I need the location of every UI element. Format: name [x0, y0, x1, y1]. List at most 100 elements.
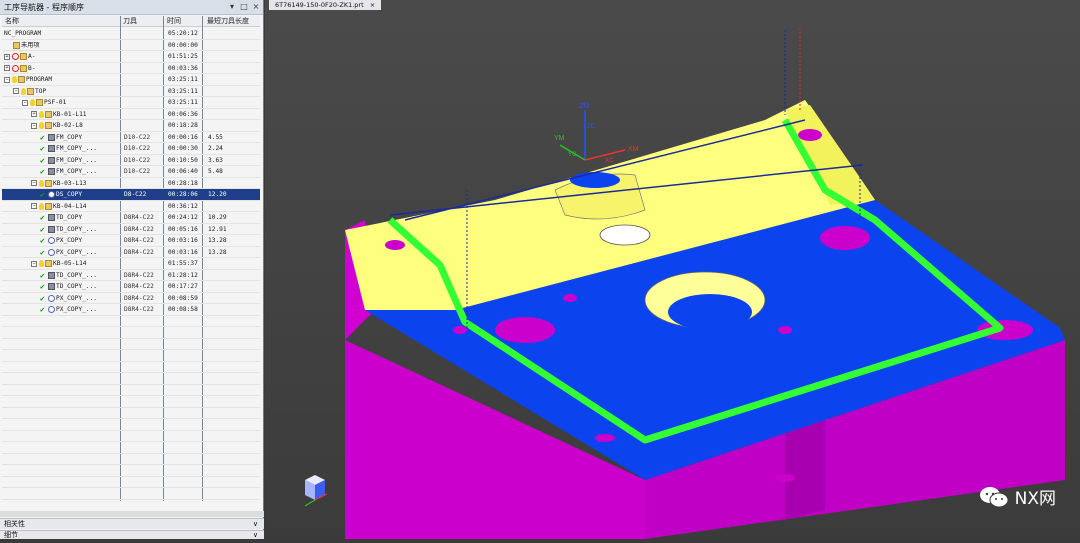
operation-tool: D10-C22: [124, 145, 151, 152]
dependencies-panel-header[interactable]: 相关性 ∨: [0, 518, 264, 529]
operation-row[interactable]: − TOP 03:25:11: [2, 86, 260, 97]
operation-row[interactable]: ✔ TD_COPY_... D8R4-C22 00:05:16 12.91: [2, 224, 260, 235]
lightbulb-icon: [12, 76, 17, 83]
operation-tool: D8R4-C22: [124, 271, 154, 279]
empty-row: [2, 442, 260, 454]
watermark-text: NX网: [1014, 489, 1056, 509]
operation-tool-length: 13.28: [208, 248, 227, 256]
collapse-icon[interactable]: −: [4, 76, 10, 83]
operation-row[interactable]: + A- 01:51:25: [2, 51, 260, 63]
column-time[interactable]: 时间: [167, 16, 181, 27]
view-triad-icon[interactable]: [304, 475, 328, 507]
operation-row[interactable]: ✔ DS_COPY D8-C22 00:28:06 12.20: [2, 189, 260, 201]
panel-splitter[interactable]: [0, 511, 264, 517]
operation-tool-length: 2.24: [208, 145, 223, 152]
operation-icon: [48, 237, 55, 244]
folder-icon: [45, 202, 52, 210]
hole: [563, 294, 577, 302]
lightbulb-icon: [39, 122, 44, 129]
operation-time: 00:03:16: [168, 237, 198, 244]
yc-label: YC: [568, 152, 577, 158]
operation-row[interactable]: ✔ PX_COPY_... D8R4-C22 00:08:59: [2, 293, 260, 304]
operation-time: 00:36:12: [168, 202, 198, 210]
operation-tool-length: 12.20: [208, 191, 227, 198]
folder-icon: [45, 179, 52, 187]
hole: [453, 326, 467, 334]
operation-tool-length: 10.29: [208, 214, 227, 221]
operation-tool: D8R4-C22: [124, 294, 154, 302]
operation-name: TD_COPY_...: [56, 271, 97, 279]
operation-time: 00:17:27: [168, 283, 198, 290]
tab-close-icon[interactable]: ×: [370, 1, 375, 9]
hole: [775, 474, 795, 482]
operation-tool-length: 5.48: [208, 168, 223, 175]
details-panel-header[interactable]: 细节 ∨: [0, 530, 264, 539]
collapse-icon[interactable]: −: [13, 88, 19, 94]
empty-row: [2, 454, 260, 465]
operation-row[interactable]: ✔ FM_COPY_... D10-C22 00:06:40 5.48: [2, 166, 260, 178]
operation-name: 未用项: [21, 41, 40, 49]
operation-icon: [48, 283, 55, 290]
operation-row[interactable]: − KB-02-L8 00:18:28: [2, 120, 260, 132]
operation-row[interactable]: ✔ TD_COPY_... D8R4-C22 00:17:27: [2, 281, 260, 293]
operation-name: PSF-01: [44, 99, 67, 106]
collapse-icon[interactable]: −: [31, 203, 37, 209]
operation-row[interactable]: + B- 00:03:36: [2, 63, 260, 74]
empty-row: [2, 316, 260, 327]
operation-row[interactable]: 未用项 00:00:00: [2, 40, 260, 51]
operation-row[interactable]: + KB-01-L11 00:06:36: [2, 109, 260, 120]
collapse-icon[interactable]: −: [22, 99, 28, 106]
folder-icon: [20, 53, 27, 60]
operation-row[interactable]: ✔ TD_COPY_... D8R4-C22 01:28:12: [2, 270, 260, 281]
operation-row[interactable]: ✔ FM_COPY D10-C22 00:00:16 4.55: [2, 132, 260, 143]
magenta-pocket: [495, 317, 555, 343]
operation-time: 00:08:59: [168, 294, 198, 302]
column-name[interactable]: 名称: [5, 16, 19, 27]
column-tool[interactable]: 刀具: [123, 16, 137, 27]
check-icon: ✔: [40, 236, 45, 245]
part-file-tab[interactable]: 6T76149-150-0F20-ZK1.prt ×: [269, 0, 382, 10]
operation-row[interactable]: − KB-04-L14 00:36:12: [2, 201, 260, 212]
operation-row[interactable]: NC_PROGRAM 05:20:12: [2, 28, 260, 40]
operation-row[interactable]: ✔ PX_COPY_... D8R4-C22 00:08:58: [2, 304, 260, 316]
expand-icon[interactable]: +: [4, 65, 10, 71]
center-pocket-floor: [668, 294, 752, 330]
operation-row[interactable]: ✔ TD_COPY D8R4-C22 00:24:12 10.29: [2, 212, 260, 224]
operation-tool: D8-C22: [124, 191, 147, 198]
menu-icon[interactable]: ▾: [227, 2, 237, 12]
empty-row: [2, 465, 260, 477]
operation-icon: [48, 168, 55, 175]
operation-tool: D8R4-C22: [124, 237, 154, 244]
collapse-icon[interactable]: −: [31, 122, 37, 129]
part-model-render[interactable]: ZM YM XM ZC YC XC: [265, 10, 1080, 539]
collapse-icon[interactable]: −: [31, 260, 37, 267]
operation-row[interactable]: − KB-05-L14 01:55:37: [2, 258, 260, 270]
restore-icon[interactable]: □: [239, 2, 249, 12]
operation-row[interactable]: − KB-03-L13 00:28:18: [2, 178, 260, 189]
operation-row[interactable]: − PROGRAM 03:25:11: [2, 74, 260, 86]
collapse-icon[interactable]: −: [31, 180, 37, 186]
expand-icon[interactable]: +: [31, 111, 37, 117]
operation-row[interactable]: − PSF-01 03:25:11: [2, 97, 260, 109]
lightbulb-icon: [39, 260, 44, 267]
graphics-viewport[interactable]: ZM YM XM ZC YC XC NX网: [265, 10, 1080, 539]
folder-icon: [27, 87, 34, 95]
operation-time: 00:28:18: [168, 179, 198, 187]
operation-time: 01:55:37: [168, 260, 198, 267]
check-icon: ✔: [40, 155, 45, 165]
chevron-down-icon[interactable]: ∨: [253, 519, 258, 529]
close-icon[interactable]: ×: [251, 2, 261, 12]
operation-row[interactable]: ✔ FM_COPY_... D10-C22 00:00:30 2.24: [2, 143, 260, 155]
empty-row: [2, 327, 260, 339]
operation-tool-length: 12.91: [208, 225, 227, 233]
operation-row[interactable]: ✔ PX_COPY_... D8R4-C22 00:03:16 13.28: [2, 247, 260, 258]
column-tool-length[interactable]: 最短刀具长度: [207, 16, 249, 27]
empty-row: [2, 385, 260, 396]
operation-row[interactable]: ✔ FM_COPY_... D10-C22 00:10:50 3.63: [2, 155, 260, 166]
operation-name: A-: [28, 53, 36, 60]
zc-label: ZC: [587, 124, 596, 130]
expand-icon[interactable]: +: [4, 53, 10, 60]
operation-row[interactable]: ✔ PX_COPY D8R4-C22 00:03:16 13.28: [2, 235, 260, 247]
no-entry-icon: [12, 53, 19, 60]
operation-time: 00:24:12: [168, 214, 198, 221]
